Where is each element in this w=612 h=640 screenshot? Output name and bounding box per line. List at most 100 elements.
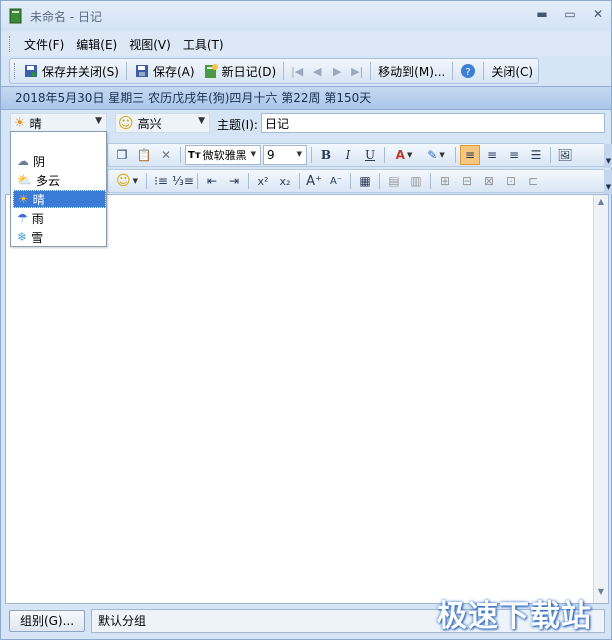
save-button[interactable]: 保存(A) [130, 61, 199, 82]
diary-editor[interactable]: ▲ ▼ [5, 194, 609, 604]
align-center-icon[interactable]: ≡ [482, 145, 502, 165]
main-toolbar: 保存并关闭(S) 保存(A) 新日记(D) |◀ ◀ ▶ ▶| 移动到(M)..… [9, 58, 539, 84]
numbered-list-icon[interactable]: ⅓≡ [172, 171, 194, 191]
toolbar-overflow-icon[interactable]: ▼ [604, 144, 612, 168]
group-button[interactable]: 组别(G)... [9, 610, 85, 632]
weather-option-snow[interactable]: ❄ 雪 [13, 228, 106, 246]
close-window-button[interactable]: ✕ [591, 7, 605, 21]
increase-indent-icon[interactable]: ⇥ [224, 171, 244, 191]
close-button[interactable]: 关闭(C) [487, 61, 537, 82]
chevron-down-icon: ▼ [198, 116, 205, 126]
save-close-button[interactable]: 保存并关闭(S) [19, 61, 123, 82]
date-info-bar: 2018年5月30日 星期三 农历戊戌年(狗)四月十六 第22周 第150天 [1, 86, 611, 110]
shrink-font-icon[interactable]: A⁻ [326, 171, 346, 191]
toolbar-separator [455, 147, 456, 163]
toolbar-overflow-icon[interactable]: ▼ [604, 170, 612, 194]
toolbar-separator [384, 147, 385, 163]
delete-icon[interactable]: ✕ [156, 145, 176, 165]
mood-select[interactable]: ☺ 高兴 ▼ [115, 113, 210, 133]
menu-tools[interactable]: 工具(T) [177, 34, 230, 55]
new-diary-icon [204, 64, 218, 78]
table-properties-icon[interactable]: ⊏ [523, 171, 543, 191]
italic-button[interactable]: I [338, 145, 358, 165]
weather-option-partly-cloudy[interactable]: ⛅ 多云 [13, 171, 106, 189]
app-window: 未命名 - 日记 ▬ ▭ ✕ 文件(F) 编辑(E) 视图(V) 工具(T) 保… [0, 0, 612, 640]
weather-dropdown-list: ☁ 阴 ⛅ 多云 ☀ 晴 ☂ 雨 ❄ 雪 [10, 131, 107, 247]
option-label: 多云 [35, 173, 60, 188]
menu-bar: 文件(F) 编辑(E) 视图(V) 工具(T) [1, 32, 611, 56]
diary-app-icon [9, 8, 22, 24]
partly-cloudy-icon: ⛅ [17, 173, 32, 187]
subscript-icon[interactable]: x₂ [275, 171, 295, 191]
weather-option-rain[interactable]: ☂ 雨 [13, 209, 106, 227]
close-label: 关闭(C) [491, 64, 534, 79]
grow-font-icon[interactable]: A⁺ [304, 171, 324, 191]
scroll-up-icon[interactable]: ▲ [594, 197, 608, 211]
chevron-down-icon: ▼ [296, 150, 302, 158]
underline-button[interactable]: U [360, 145, 380, 165]
move-to-button[interactable]: 移动到(M)... [374, 61, 449, 82]
previous-record-icon[interactable]: ◀ [307, 65, 327, 78]
title-bar: 未命名 - 日记 ▬ ▭ ✕ [1, 1, 611, 31]
align-left-icon[interactable]: ≡ [460, 145, 480, 165]
first-record-icon[interactable]: |◀ [287, 65, 307, 78]
option-label: 雨 [31, 211, 44, 226]
decrease-indent-icon[interactable]: ⇤ [202, 171, 222, 191]
delete-row-icon[interactable]: ⊠ [479, 171, 499, 191]
font-select[interactable]: Tт 微软雅黑 ▼ [185, 145, 261, 165]
font-color-icon[interactable]: A ▼ [389, 145, 419, 165]
toolbar-separator [452, 62, 454, 80]
align-justify-icon[interactable]: ☰ [526, 145, 546, 165]
insert-column-icon[interactable]: ⊟ [457, 171, 477, 191]
overcast-icon: ☁ [17, 154, 29, 168]
maximize-button[interactable]: ▭ [563, 7, 577, 21]
option-label: 晴 [32, 192, 45, 207]
help-icon[interactable]: ? [460, 63, 476, 79]
toolbar-separator [248, 173, 249, 189]
sun-icon: ☀ [14, 115, 26, 131]
toolbar-separator [483, 62, 485, 80]
subject-label: 主题(I): [217, 118, 258, 132]
bullet-list-icon[interactable]: ⁝≡ [151, 171, 171, 191]
emoticon-icon[interactable]: ☺ ▼ [112, 171, 142, 191]
table-merge-icon[interactable]: ▥ [406, 171, 426, 191]
highlight-icon[interactable]: ✎ ▼ [421, 145, 451, 165]
chevron-down-icon: ▼ [250, 150, 256, 158]
superscript-icon[interactable]: x² [253, 171, 273, 191]
paste-icon[interactable]: 📋 [134, 145, 154, 165]
mood-value: 高兴 [137, 116, 162, 131]
toolbar-separator [197, 173, 198, 189]
toolbar-grip[interactable] [14, 63, 17, 79]
subject-input[interactable] [261, 113, 605, 133]
save-label: 保存(A) [152, 64, 195, 79]
menu-edit[interactable]: 编辑(E) [70, 34, 123, 55]
format-toolbar-1: ❐ 📋 ✕ Tт 微软雅黑 ▼ 9 ▼ B I U A ▼ ✎ ▼ ≡ ≡ ≡ ☰ … [107, 143, 612, 168]
insert-row-icon[interactable]: ⊞ [435, 171, 455, 191]
menu-grip[interactable] [9, 36, 12, 52]
delete-column-icon[interactable]: ⊡ [501, 171, 521, 191]
format-toolbar-2: ☺ ▼ ⁝≡ ⅓≡ ⇤ ⇥ x² x₂ A⁺ A⁻ ▦ ▤ ▥ ⊞ ⊟ ⊠ ⊡ ⊏… [107, 169, 612, 194]
next-record-icon[interactable]: ▶ [327, 65, 347, 78]
toolbar-separator [350, 173, 351, 189]
table-grid-icon[interactable]: ▤ [384, 171, 404, 191]
save-icon [135, 65, 148, 77]
align-right-icon[interactable]: ≡ [504, 145, 524, 165]
weather-option-sunny[interactable]: ☀ 晴 [13, 190, 106, 208]
weather-select[interactable]: ☀ 晴 ▼ [10, 113, 107, 133]
font-size-select[interactable]: 9 ▼ [263, 145, 307, 165]
save-close-icon [25, 65, 37, 77]
bold-button[interactable]: B [316, 145, 336, 165]
minimize-button[interactable]: ▬ [535, 7, 549, 21]
insert-image-icon[interactable]: 🖼 [555, 145, 575, 165]
vertical-scrollbar[interactable]: ▲ ▼ [593, 195, 608, 603]
weather-option-cloudy-dark[interactable]: ☁ 阴 [13, 152, 106, 170]
menu-file[interactable]: 文件(F) [18, 34, 70, 55]
toolbar-separator [311, 147, 312, 163]
menu-view[interactable]: 视图(V) [123, 34, 177, 55]
rain-icon: ☂ [17, 211, 28, 225]
scroll-down-icon[interactable]: ▼ [594, 587, 608, 601]
copy-icon[interactable]: ❐ [112, 145, 132, 165]
insert-table-icon[interactable]: ▦ [355, 171, 375, 191]
new-diary-button[interactable]: 新日记(D) [199, 61, 281, 82]
last-record-icon[interactable]: ▶| [347, 65, 367, 78]
